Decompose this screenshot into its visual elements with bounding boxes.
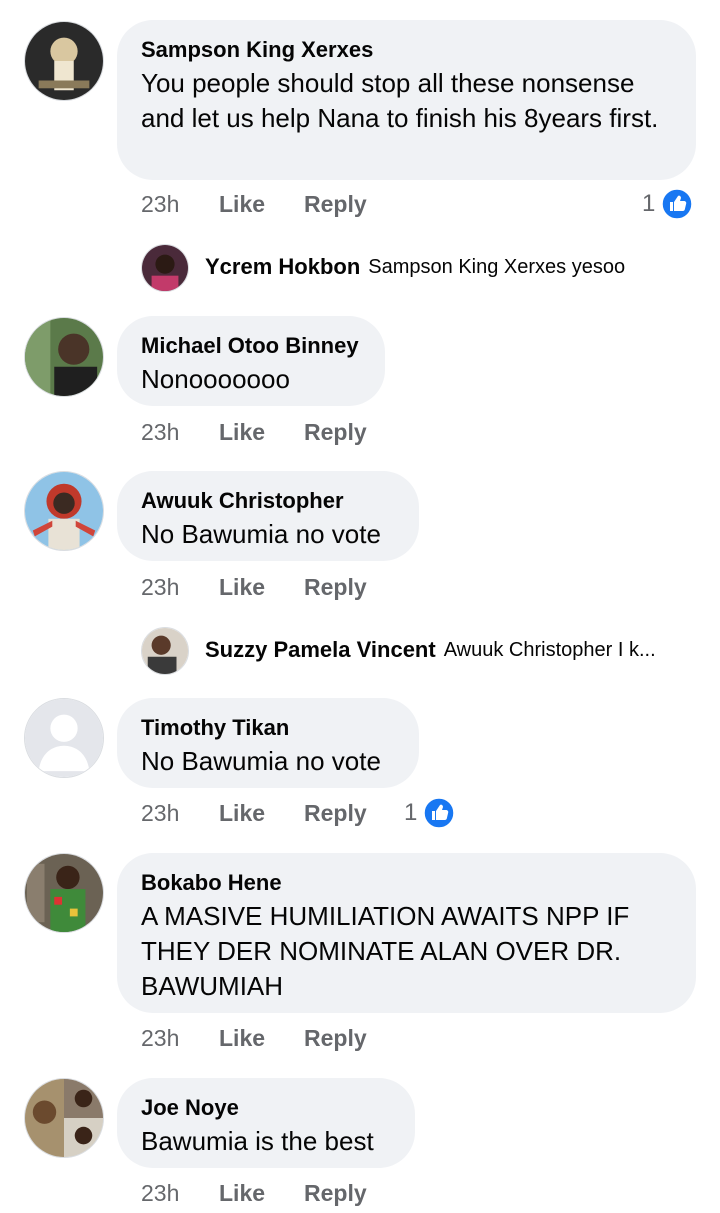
comment-author[interactable]: Sampson King Xerxes [141, 36, 672, 64]
comment-text: Nonooooooo [141, 364, 290, 394]
avatar[interactable] [141, 627, 189, 675]
reply-button[interactable]: Reply [304, 191, 367, 218]
reaction-count[interactable]: 1 [404, 797, 456, 829]
avatar[interactable] [24, 471, 104, 551]
comment-text: Bawumia is the best [141, 1126, 374, 1156]
comment-text: You people should stop all these nonsens… [141, 68, 659, 133]
comment-bubble: Joe Noye Bawumia is the best [117, 1078, 415, 1168]
avatar[interactable] [141, 244, 189, 292]
reply-button[interactable]: Reply [304, 574, 367, 601]
comment-time[interactable]: 23h [141, 419, 219, 446]
like-button[interactable]: Like [219, 419, 304, 446]
like-button[interactable]: Like [219, 574, 304, 601]
thumbs-up-icon [423, 797, 456, 829]
comment-text: A MASIVE HUMILIATION AWAITS NPP IF THEY … [141, 901, 630, 1001]
reply-author[interactable]: Ycrem Hokbon [205, 254, 360, 280]
reaction-count-number: 1 [642, 190, 656, 217]
reply-text: Awuuk Christopher I k... [443, 638, 656, 661]
like-button[interactable]: Like [219, 1180, 304, 1207]
comment-actions: 23h Like Reply [141, 188, 367, 220]
comment-time[interactable]: 23h [141, 1180, 219, 1207]
comment-actions: 23h Like Reply [141, 416, 367, 448]
reply-button[interactable]: Reply [304, 800, 367, 827]
reply-author[interactable]: Suzzy Pamela Vincent [205, 637, 436, 663]
reply-preview[interactable]: Ycrem Hokbon Sampson King Xerxes yesoo [205, 254, 625, 280]
reply-button[interactable]: Reply [304, 1180, 367, 1207]
comment-author[interactable]: Michael Otoo Binney [141, 332, 361, 360]
avatar[interactable] [24, 21, 104, 101]
reply-button[interactable]: Reply [304, 1025, 367, 1052]
reaction-count-number: 1 [404, 799, 418, 826]
reply-preview[interactable]: Suzzy Pamela Vincent Awuuk Christopher I… [205, 637, 656, 663]
avatar[interactable] [24, 317, 104, 397]
comment-text: No Bawumia no vote [141, 519, 381, 549]
comment-actions: 23h Like Reply [141, 1177, 367, 1209]
comment-text: No Bawumia no vote [141, 746, 381, 776]
like-button[interactable]: Like [219, 191, 304, 218]
comment-author[interactable]: Joe Noye [141, 1094, 391, 1122]
comment-actions: 23h Like Reply [141, 571, 367, 603]
comment-bubble: Michael Otoo Binney Nonooooooo [117, 316, 385, 406]
comment-bubble: Sampson King Xerxes You people should st… [117, 20, 696, 180]
reply-text: Sampson King Xerxes yesoo [368, 255, 626, 278]
thumbs-up-icon [661, 188, 694, 220]
comment-author[interactable]: Bokabo Hene [141, 869, 672, 897]
reply-button[interactable]: Reply [304, 419, 367, 446]
comment-actions: 23h Like Reply [141, 797, 367, 829]
comment-bubble: Timothy Tikan No Bawumia no vote [117, 698, 419, 788]
avatar[interactable] [24, 698, 104, 778]
comment-time[interactable]: 23h [141, 191, 219, 218]
comment-author[interactable]: Awuuk Christopher [141, 487, 395, 515]
like-button[interactable]: Like [219, 800, 304, 827]
avatar[interactable] [24, 1078, 104, 1158]
comment-actions: 23h Like Reply [141, 1022, 367, 1054]
comment-time[interactable]: 23h [141, 574, 219, 601]
like-button[interactable]: Like [219, 1025, 304, 1052]
reaction-count[interactable]: 1 [642, 188, 694, 220]
comment-time[interactable]: 23h [141, 1025, 219, 1052]
comment-author[interactable]: Timothy Tikan [141, 714, 395, 742]
comment-time[interactable]: 23h [141, 800, 219, 827]
comment-bubble: Awuuk Christopher No Bawumia no vote [117, 471, 419, 561]
comment-bubble: Bokabo Hene A MASIVE HUMILIATION AWAITS … [117, 853, 696, 1013]
avatar[interactable] [24, 853, 104, 933]
